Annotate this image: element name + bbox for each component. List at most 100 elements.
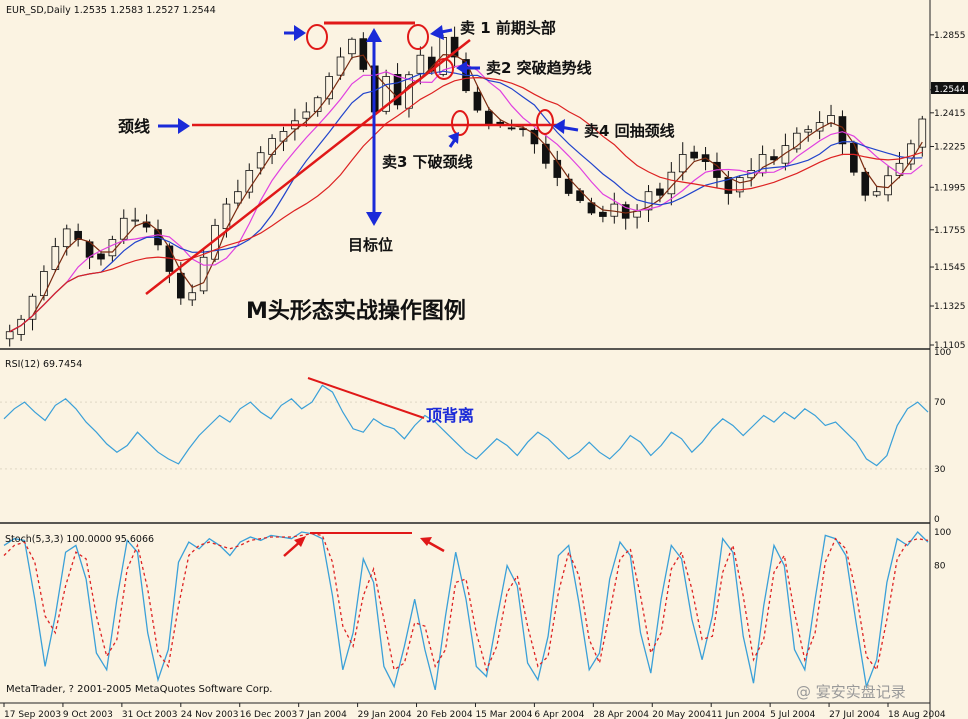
candle-body — [108, 239, 117, 257]
break-circle-neck — [451, 110, 469, 136]
candle-body — [678, 154, 687, 173]
candles — [5, 26, 927, 347]
ma-magenta-line — [9, 63, 923, 333]
x-tick-label: 5 Jul 2004 — [770, 710, 815, 719]
x-tick-label: 7 Jan 2004 — [299, 710, 347, 719]
label-neckline: 颈线 — [118, 117, 150, 136]
arrow-neckline-head — [178, 118, 190, 134]
candle-body — [393, 74, 402, 106]
price-tick-label: 1.2225 — [934, 142, 966, 152]
chart-canvas: 1.28551.25451.24151.22251.19951.17551.15… — [0, 0, 968, 719]
x-tick-label: 29 Jan 2004 — [358, 710, 412, 719]
candle-body — [5, 331, 14, 340]
candle-body — [599, 211, 607, 217]
candle-body — [302, 111, 311, 119]
label-target: 目标位 — [348, 236, 393, 254]
label-sell1: 卖 1 前期头部 — [460, 19, 556, 37]
moving-averages — [9, 53, 923, 333]
price-tick-label: 1.2415 — [934, 109, 966, 119]
peak-circle-2 — [407, 24, 429, 50]
candle-body — [861, 171, 870, 196]
candle-body — [553, 159, 562, 178]
candle-body — [176, 272, 185, 299]
candle-body — [188, 292, 197, 301]
candle-body — [199, 256, 208, 292]
rsi-divergence-line — [307, 377, 425, 419]
x-tick-label: 27 Jul 2004 — [829, 710, 880, 719]
x-tick-label: 24 Nov 2003 — [181, 710, 239, 719]
target-arrow-top — [366, 28, 382, 42]
x-tick-label: 31 Oct 2003 — [122, 710, 178, 719]
rsi-tick-label: 30 — [934, 465, 946, 475]
annotation-overlay — [145, 21, 560, 557]
retest-circle-neck — [536, 109, 554, 135]
x-tick-label: 20 May 2004 — [652, 710, 711, 719]
stoch-tick-label: 80 — [934, 562, 946, 572]
candle-body — [256, 152, 265, 169]
candle-body — [872, 191, 881, 196]
price-tick-label: 1.1545 — [934, 263, 966, 273]
candle-body — [131, 219, 140, 222]
candle-body — [473, 91, 482, 111]
arrow-peak-left-head — [294, 25, 306, 41]
x-tick-label: 9 Oct 2003 — [63, 710, 113, 719]
price-tick-label: 1.1325 — [934, 302, 966, 312]
candle-body — [40, 271, 48, 297]
watermark: @ 宴安实盘记录 — [796, 683, 906, 701]
candle-body — [850, 142, 858, 173]
candle-body — [234, 191, 242, 204]
candle-body — [542, 143, 550, 164]
candle-body — [62, 228, 71, 248]
rsi-panel: 100 70 30 0 — [0, 348, 951, 525]
stoch-k-line — [3, 531, 929, 691]
last-price-label: 1.2544 — [934, 85, 966, 95]
rsi-tick-label: 0 — [934, 515, 940, 525]
x-tick-label: 17 Sep 2003 — [4, 710, 61, 719]
candle-body — [348, 38, 356, 55]
x-tick-label: 18 Aug 2004 — [888, 710, 946, 719]
rsi-tick-label: 70 — [934, 398, 946, 408]
stoch-arrow-right — [427, 540, 445, 553]
candle-body — [416, 54, 425, 74]
label-sell4: 卖4 回抽颈线 — [584, 122, 675, 140]
chart-window: 1.28551.25451.24151.22251.19951.17551.15… — [0, 0, 968, 719]
candle-body — [359, 38, 368, 70]
label-divergence: 顶背离 — [426, 406, 474, 425]
rsi-tick-label: 100 — [934, 348, 951, 358]
x-axis-ticks: 17 Sep 2003 9 Oct 2003 31 Oct 2003 24 Nov 2… — [3, 703, 946, 719]
arrow-sell2-head — [456, 61, 467, 75]
footer-copyright: MetaTrader, ? 2001-2005 MetaQuotes Softw… — [6, 684, 272, 695]
stoch-tick-label: 100 — [934, 528, 951, 538]
target-arrow-bottom — [366, 212, 382, 226]
x-tick-label: 16 Dec 2003 — [240, 710, 298, 719]
label-sell2: 卖2 突破趋势线 — [486, 59, 592, 77]
ma-fast-line — [9, 53, 923, 333]
x-tick-label: 28 Apr 2004 — [593, 710, 649, 719]
peak-circle-1 — [306, 24, 328, 50]
price-tick-label: 1.1755 — [934, 226, 966, 236]
candle-body — [610, 203, 619, 217]
arrow-sell4-head — [553, 119, 565, 134]
rsi-title: RSI(12) 69.7454 — [5, 359, 82, 370]
candle-body — [804, 129, 813, 133]
stoch-panel: 100 80 — [3, 528, 951, 691]
price-tick-label: 1.2855 — [934, 31, 966, 41]
label-sell3: 卖3 下破颈线 — [382, 153, 473, 171]
candle-body — [97, 253, 105, 260]
x-tick-label: 11 Jun 2004 — [711, 710, 765, 719]
x-tick-label: 20 Feb 2004 — [417, 710, 473, 719]
y-axis-ticks: 1.28551.25451.24151.22251.19951.17551.15… — [930, 31, 966, 351]
candle-body — [656, 188, 664, 196]
candle-body — [690, 151, 698, 159]
arrow-peak-right-head — [430, 25, 444, 40]
chart-title-annotation: M头形态实战操作图例 — [246, 298, 466, 324]
candle-body — [279, 131, 288, 142]
symbol-header: EUR_SD,Daily 1.2535 1.2583 1.2527 1.2544 — [6, 5, 216, 16]
x-tick-label: 15 Mar 2004 — [475, 710, 532, 719]
candle-body — [507, 127, 516, 130]
price-tick-label: 1.1995 — [934, 183, 966, 193]
candle-body — [484, 110, 493, 125]
x-tick-label: 6 Apr 2004 — [534, 710, 584, 719]
stoch-title: Stoch(5,3,3) 100.0000 95.6066 — [5, 534, 154, 545]
rsi-line — [3, 384, 929, 467]
